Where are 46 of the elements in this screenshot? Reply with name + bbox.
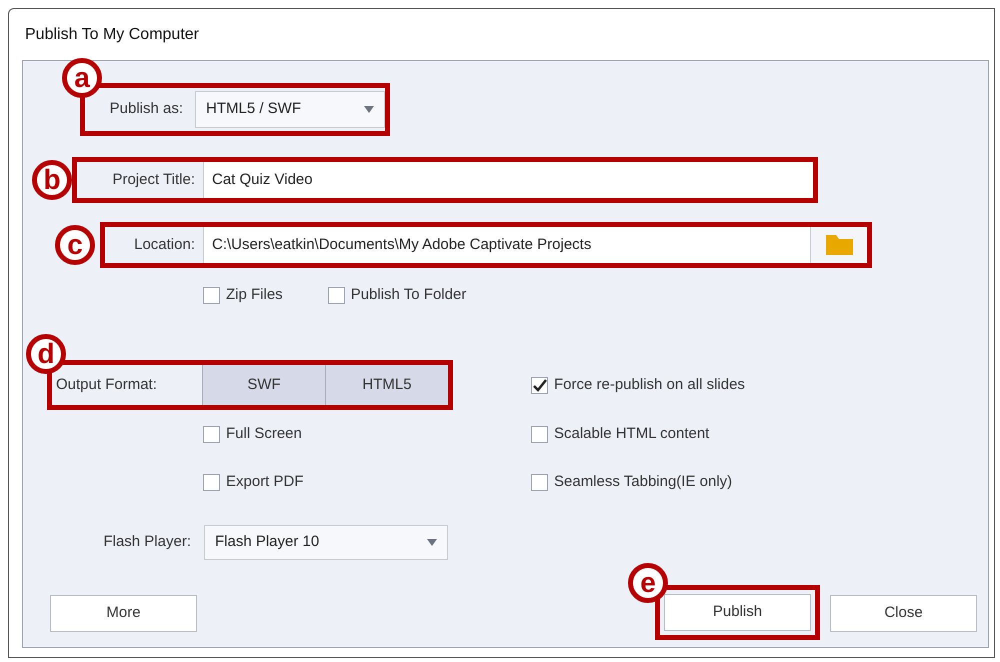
checkbox[interactable]	[203, 426, 220, 442]
checkbox[interactable]	[203, 474, 220, 491]
checkbox-option[interactable]: Publish To Folder	[328, 284, 466, 306]
field-label: Output Format:	[55, 374, 158, 395]
annotation-badge: b	[32, 160, 72, 200]
dropdown-caret-icon	[427, 539, 437, 546]
publish-as-dropdown[interactable]: HTML5 / SWF	[195, 91, 385, 128]
checkbox[interactable]	[531, 474, 548, 491]
annotation-badge: c	[55, 225, 95, 265]
format-toggle[interactable]: SWF	[202, 365, 325, 405]
checkbox-option[interactable]: Force re-publish on all slides	[531, 374, 745, 396]
browse-button[interactable]	[811, 227, 867, 263]
dialog-button[interactable]: Close	[830, 595, 977, 632]
checkbox-label: Export PDF	[226, 472, 304, 492]
checkbox-label: Scalable HTML content	[554, 424, 710, 444]
checkbox[interactable]	[328, 286, 345, 304]
field-label: Project Title:	[111, 170, 196, 190]
field-label: Location:	[133, 234, 196, 255]
checkbox-option[interactable]: Scalable HTML content	[531, 422, 710, 446]
format-toggle[interactable]: HTML5	[325, 365, 448, 405]
flash-player-dropdown[interactable]: Flash Player 10	[204, 525, 448, 560]
checkbox[interactable]	[531, 426, 548, 442]
annotation-badge: a	[62, 58, 102, 98]
checkmark-icon	[532, 378, 546, 392]
dialog-button[interactable]: More	[50, 595, 197, 632]
window-title: Publish To My Computer	[25, 24, 199, 44]
project-title-field[interactable]: Cat Quiz Video	[203, 162, 813, 198]
location-field[interactable]: C:\Users\eatkin\Documents\My Adobe Captivate Projects	[203, 227, 811, 263]
checkbox-option[interactable]: Seamless Tabbing(IE only)	[531, 471, 732, 494]
checkbox-option[interactable]: Export PDF	[203, 471, 304, 494]
field-label: Publish as:	[108, 99, 184, 120]
dropdown-caret-icon	[364, 106, 374, 113]
dialog-button[interactable]: Publish	[664, 594, 811, 631]
checkbox-label: Publish To Folder	[350, 284, 466, 305]
checkbox-label: Seamless Tabbing(IE only)	[554, 472, 732, 492]
checkbox-label: Full Screen	[226, 424, 302, 444]
checkbox-label: Zip Files	[226, 284, 283, 305]
field-label: Flash Player:	[102, 532, 191, 552]
checkbox[interactable]	[203, 286, 220, 304]
annotation-badge: d	[26, 334, 66, 374]
annotation-badge: e	[628, 563, 668, 603]
checkbox-option[interactable]: Zip Files	[203, 284, 283, 306]
folder-icon	[826, 235, 852, 255]
checkbox-option[interactable]: Full Screen	[203, 422, 302, 446]
checkbox-label: Force re-publish on all slides	[554, 374, 745, 395]
checkbox[interactable]	[531, 376, 548, 394]
